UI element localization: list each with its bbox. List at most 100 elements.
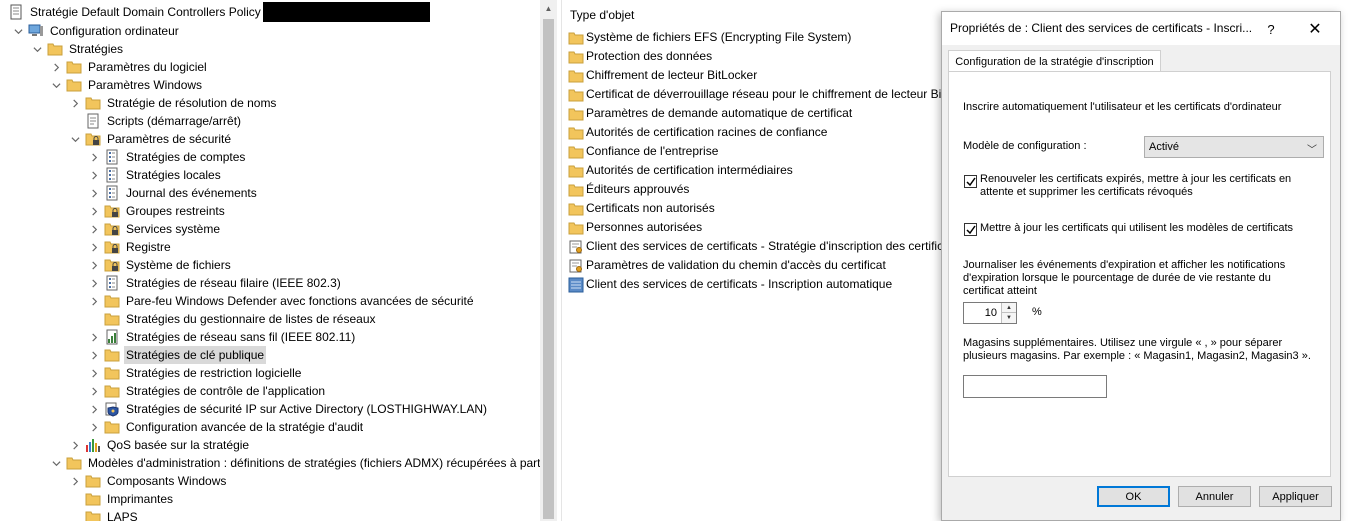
list-item[interactable]: Client des services de certificats - Str… xyxy=(568,237,950,256)
tree-item[interactable]: Configuration ordinateur xyxy=(12,22,181,40)
tree-item[interactable]: Services système xyxy=(88,220,222,238)
cancel-button[interactable]: Annuler xyxy=(1178,486,1251,507)
list-item[interactable]: Confiance de l'entreprise xyxy=(568,142,718,161)
list-item[interactable]: Autorités de certification racines de co… xyxy=(568,123,827,142)
list-item[interactable]: Éditeurs approuvés xyxy=(568,180,689,199)
policy-document-icon xyxy=(104,149,120,165)
list-item[interactable]: Chiffrement de lecteur BitLocker xyxy=(568,66,757,85)
chevron-right-icon[interactable] xyxy=(88,256,100,274)
list-item-label: Certificats non autorisés xyxy=(586,201,715,215)
tree-item[interactable]: Configuration avancée de la stratégie d'… xyxy=(88,418,365,436)
list-item[interactable]: Paramètres de demande automatique de cer… xyxy=(568,104,852,123)
chevron-right-icon[interactable] xyxy=(88,202,100,220)
list-item[interactable]: Certificats non autorisés xyxy=(568,199,715,218)
list-item[interactable]: Autorités de certification intermédiaire… xyxy=(568,161,793,180)
chevron-right-icon[interactable] xyxy=(88,292,100,310)
tree-item[interactable]: Stratégies de réseau filaire (IEEE 802.3… xyxy=(88,274,343,292)
tree-item[interactable]: Scripts (démarrage/arrêt) xyxy=(69,112,243,130)
tree-item[interactable]: QoS basée sur la stratégie xyxy=(69,436,251,454)
chevron-right-icon[interactable] xyxy=(69,436,81,454)
close-button[interactable]: ✕ xyxy=(1300,18,1330,40)
chevron-right-icon[interactable] xyxy=(88,400,100,418)
tree-item[interactable]: Paramètres du logiciel xyxy=(50,58,209,76)
chevron-down-icon[interactable] xyxy=(31,40,43,58)
tree-item[interactable]: Stratégie de résolution de noms xyxy=(69,94,278,112)
list-item[interactable]: Paramètres de validation du chemin d'acc… xyxy=(568,256,886,275)
chevron-right-icon[interactable] xyxy=(88,238,100,256)
tree-item[interactable]: LAPS xyxy=(69,508,140,521)
tree-item[interactable]: Stratégies locales xyxy=(88,166,223,184)
chevron-right-icon[interactable] xyxy=(88,274,100,292)
chevron-right-icon[interactable] xyxy=(88,184,100,202)
ok-button[interactable]: OK xyxy=(1097,486,1170,507)
chevron-down-icon[interactable] xyxy=(12,22,24,40)
tree-item-label: Stratégies de restriction logicielle xyxy=(126,366,302,380)
folder-icon xyxy=(104,347,120,363)
tree-item[interactable]: Paramètres Windows xyxy=(50,76,204,94)
tree-item[interactable]: Stratégies de restriction logicielle xyxy=(88,364,303,382)
tree-item-label: Modèles d'administration : définitions d… xyxy=(88,456,540,470)
chevron-right-icon[interactable] xyxy=(50,58,62,76)
tree-item-label: Stratégies de clé publique xyxy=(124,346,267,364)
stores-input[interactable] xyxy=(963,375,1107,398)
chevron-right-icon[interactable] xyxy=(69,472,81,490)
tree-item[interactable]: Système de fichiers xyxy=(88,256,233,274)
chevron-down-icon[interactable] xyxy=(50,454,62,472)
chevron-down-icon[interactable] xyxy=(50,76,62,94)
chevron-right-icon[interactable] xyxy=(88,328,100,346)
update-templates-label: Mettre à jour les certificats qui utilis… xyxy=(980,222,1294,234)
chevron-right-icon[interactable] xyxy=(88,220,100,238)
percent-spinner[interactable]: 10 ▲ ▼ xyxy=(963,302,1017,324)
tree-item[interactable]: Groupes restreints xyxy=(88,202,227,220)
tab-enrollment-policy[interactable]: Configuration de la stratégie d'inscript… xyxy=(948,50,1161,72)
chevron-right-icon[interactable] xyxy=(88,166,100,184)
tree-item[interactable]: Imprimantes xyxy=(69,490,175,508)
percent-value[interactable]: 10 xyxy=(964,303,1000,323)
renew-checkbox[interactable] xyxy=(964,175,977,188)
tree-item[interactable]: Paramètres de sécurité xyxy=(69,130,233,148)
tree-item-label: Paramètres de sécurité xyxy=(107,132,232,146)
chevron-right-icon[interactable] xyxy=(88,382,100,400)
tree-item[interactable]: Stratégies xyxy=(31,40,125,58)
tree-item-label: Stratégie de résolution de noms xyxy=(107,96,277,110)
tree-item[interactable]: Stratégies de sécurité IP sur Active Dir… xyxy=(88,400,489,418)
list-item-label: Paramètres de demande automatique de cer… xyxy=(586,106,853,120)
tree-item[interactable]: Journal des événements xyxy=(88,184,259,202)
tree-item[interactable]: Pare-feu Windows Defender avec fonctions… xyxy=(88,292,476,310)
tree-item[interactable]: Stratégies de comptes xyxy=(88,148,247,166)
list-item[interactable]: Protection des données xyxy=(568,47,712,66)
list-item[interactable]: Système de fichiers EFS (Encrypting File… xyxy=(568,28,851,47)
tree-item[interactable]: Registre xyxy=(88,238,173,256)
scroll-thumb[interactable] xyxy=(543,19,554,519)
tree-item[interactable]: Modèles d'administration : définitions d… xyxy=(50,454,540,472)
chevron-right-icon[interactable] xyxy=(88,418,100,436)
list-item[interactable]: Personnes autorisées xyxy=(568,218,702,237)
chevron-down-icon[interactable] xyxy=(69,130,81,148)
tree-item[interactable]: Stratégies de clé publique xyxy=(88,346,267,364)
chevron-right-icon[interactable] xyxy=(88,148,100,166)
spin-down-icon[interactable]: ▼ xyxy=(1001,313,1016,323)
help-button[interactable]: ? xyxy=(1260,18,1282,40)
model-select[interactable]: Activé ﹀ xyxy=(1144,136,1324,158)
tree-scrollbar[interactable]: ▲ xyxy=(540,0,557,521)
list-item-label: Protection des données xyxy=(586,49,713,63)
list-column-header[interactable]: Type d'objet xyxy=(570,8,634,22)
spin-up-icon[interactable]: ▲ xyxy=(1001,303,1016,313)
model-label: Modèle de configuration : xyxy=(963,140,1087,152)
chevron-right-icon[interactable] xyxy=(88,346,100,364)
list-item[interactable]: Client des services de certificats - Ins… xyxy=(568,275,892,294)
chevron-right-icon[interactable] xyxy=(88,364,100,382)
update-templates-checkbox[interactable] xyxy=(964,223,977,236)
tree-item[interactable]: Stratégies du gestionnaire de listes de … xyxy=(88,310,378,328)
scroll-up-arrow-icon[interactable]: ▲ xyxy=(540,0,557,17)
list-item[interactable]: Certificat de déverrouillage réseau pour… xyxy=(568,85,945,104)
chevron-right-icon[interactable] xyxy=(69,94,81,112)
tree-root-row[interactable]: Stratégie Default Domain Controllers Pol… xyxy=(8,2,430,22)
tree-item[interactable]: Stratégies de réseau sans fil (IEEE 802.… xyxy=(88,328,357,346)
tree-item[interactable]: Stratégies de contrôle de l'application xyxy=(88,382,327,400)
dialog-titlebar[interactable]: Propriétés de : Client des services de c… xyxy=(942,12,1340,45)
tree-item[interactable]: Composants Windows xyxy=(69,472,228,490)
shield-icon xyxy=(104,401,120,417)
apply-button[interactable]: Appliquer xyxy=(1259,486,1332,507)
folder-icon xyxy=(568,49,584,65)
